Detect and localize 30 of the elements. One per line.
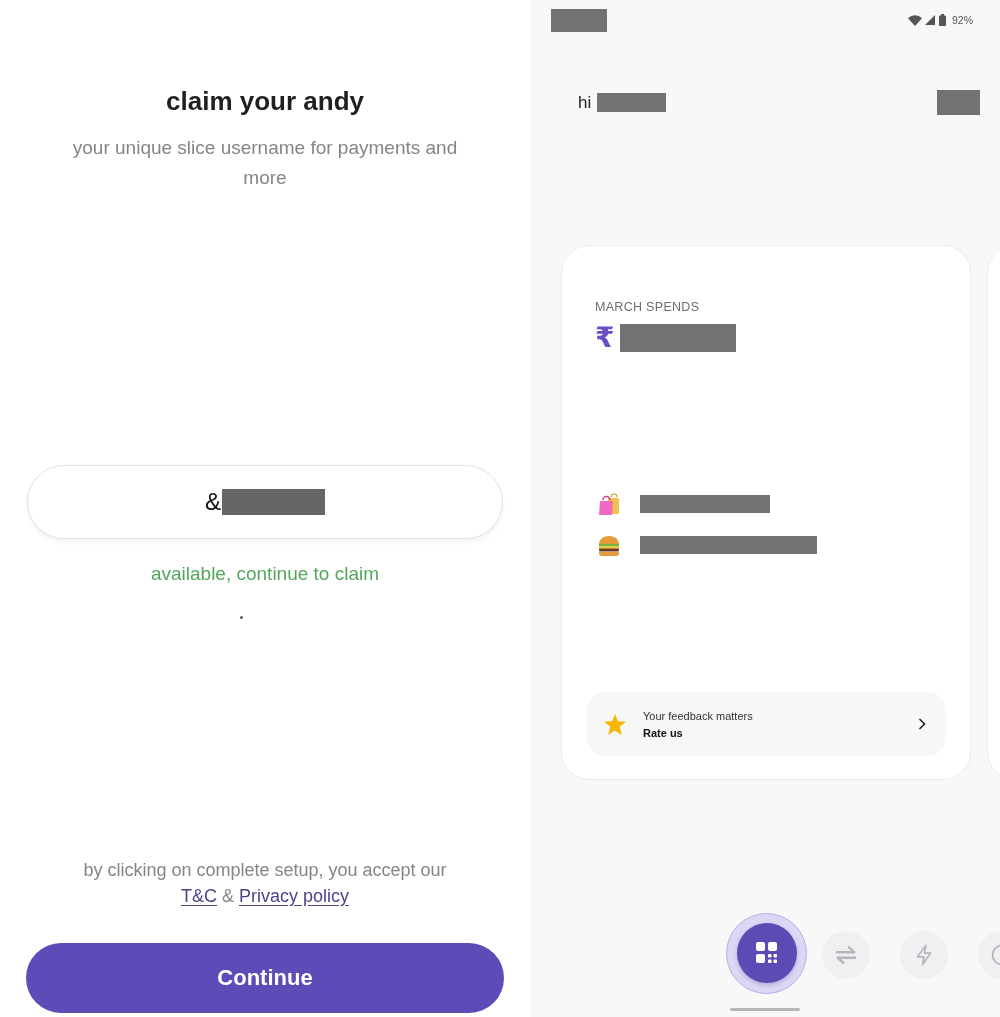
chevron-right-icon (918, 718, 926, 730)
redaction-block (551, 8, 607, 32)
rate-us-link[interactable]: Rate us (643, 726, 753, 739)
feedback-banner[interactable]: Your feedback matters Rate us (586, 692, 946, 756)
redaction-block (597, 93, 667, 112)
dot-icon (239, 616, 243, 619)
grid-icon (755, 942, 778, 964)
battery-percentage: 92% (952, 14, 973, 26)
continue-button[interactable]: Continue (26, 943, 504, 1013)
page-subtitle: your unique slice username for payments and more (71, 136, 459, 190)
privacy-policy-link[interactable]: Privacy policy (239, 886, 349, 906)
shopping-bags-icon (598, 492, 620, 516)
currency-symbol: ₹ (595, 324, 615, 352)
greeting-text: hi (578, 92, 592, 113)
star-icon (604, 713, 626, 735)
page-title: claim your andy (166, 85, 364, 117)
terms-link[interactable]: T&C (180, 886, 217, 906)
availability-message: available, continue to claim (150, 562, 380, 586)
transfer-arrows-icon (835, 944, 857, 966)
home-indicator (730, 1008, 800, 1011)
username-field[interactable]: & (27, 465, 503, 539)
spends-card[interactable]: MARCH SPENDS ₹ Your feedback matters Rate us (561, 245, 971, 780)
signal-icon (925, 15, 935, 25)
spends-label: MARCH SPENDS (595, 299, 701, 315)
terms-text: by clicking on complete setup, you accept our T&C & Privacy policy (83, 859, 447, 908)
redaction-block (937, 90, 980, 115)
burger-icon (598, 533, 620, 557)
feedback-title: Your feedback matters (643, 709, 753, 722)
battery-icon (939, 14, 946, 26)
wifi-icon (908, 14, 922, 26)
